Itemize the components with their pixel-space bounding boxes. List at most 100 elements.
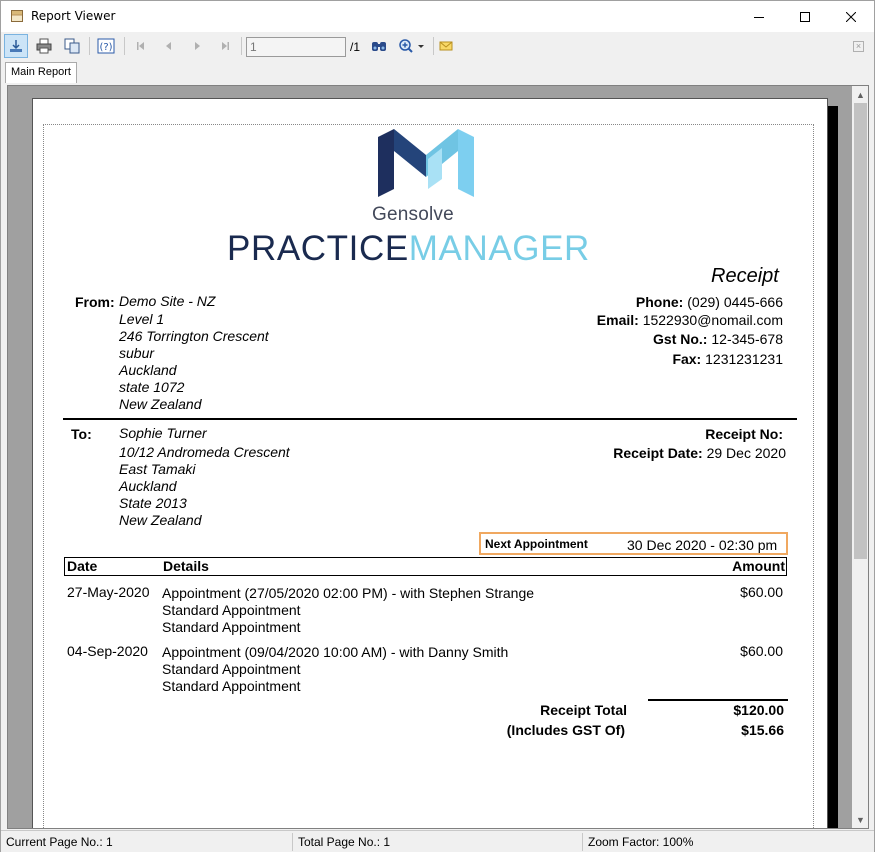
toolbar-separator [124,37,125,55]
to-line: Sophie Turner [119,425,207,441]
close-icon: × [855,41,862,51]
export-button[interactable] [4,34,28,58]
row-amount: $60.00 [740,584,783,600]
from-line: New Zealand [119,396,202,412]
next-appointment-value: 30 Dec 2020 - 02:30 pm [627,537,778,553]
last-page-button[interactable] [213,34,237,58]
gst-total-value: $15.66 [741,722,784,738]
toolbar-separator [89,37,90,55]
section-divider [63,418,797,420]
tab-main-report[interactable]: Main Report [5,62,77,83]
column-header-amount: Amount [732,558,785,574]
close-report-button[interactable]: × [853,41,864,52]
from-label: From: [75,294,115,310]
status-total-page: Total Page No.: 1 [298,835,391,849]
row-date: 04-Sep-2020 [67,643,148,659]
contact-gst: Gst No.: 12-345-678 [653,331,783,347]
previous-page-button[interactable] [157,34,181,58]
chevron-up-icon: ▲ [856,89,865,100]
receipt-date: Receipt Date: 29 Dec 2020 [613,445,786,461]
brand-manager: MANAGER [408,229,590,268]
brand-practice-manager: PRACTICEMANAGER [227,229,590,269]
to-line: East Tamaki [119,461,196,477]
status-bar: Current Page No.: 1 Total Page No.: 1 Zo… [1,830,874,852]
report-viewer-icon [11,10,23,22]
receipt-title: Receipt [711,265,779,287]
from-line: subur [119,345,155,361]
email-icon [439,41,453,51]
row-detail: Standard Appointment [162,619,301,635]
scroll-down-button[interactable]: ▼ [852,811,868,828]
next-page-button[interactable] [185,34,209,58]
zoom-button[interactable] [395,34,429,58]
from-line: state 1072 [119,379,185,395]
column-header-date: Date [67,558,98,574]
row-detail: Appointment (27/05/2020 02:00 PM) - with… [162,585,535,601]
vertical-scrollbar[interactable]: ▲ ▼ [852,86,868,828]
copy-icon [64,38,80,54]
report-viewport[interactable]: Gensolve PRACTICEMANAGER Receipt From: D… [7,85,869,829]
receipt-no-label: Receipt No: [705,426,783,442]
zoom-icon [399,39,424,53]
gst-label: Gst No.: [653,331,708,347]
first-page-button[interactable] [129,34,153,58]
scroll-thumb[interactable] [854,103,867,559]
maximize-icon [800,11,810,22]
contact-fax: Fax: 1231231231 [672,351,783,367]
minimize-icon [754,16,764,18]
email-value: 1522930@nomail.com [642,312,783,328]
row-detail: Standard Appointment [162,678,301,694]
maximize-button[interactable] [782,1,828,32]
scroll-up-button[interactable]: ▲ [852,86,868,103]
from-line: Demo Site - NZ [119,293,216,309]
next-appointment-label: Next Appointment [485,537,588,551]
status-divider [582,833,583,851]
first-page-icon [137,42,144,50]
row-amount: $60.00 [740,643,783,659]
to-line: 10/12 Andromeda Crescent [119,444,290,460]
gensolve-logo-icon [378,129,474,197]
find-icon [372,42,386,51]
brand-practice: PRACTICE [227,229,409,268]
toolbar: (?) /1 × [1,32,874,60]
print-button[interactable] [32,34,56,58]
email-label: Email: [596,312,639,328]
gst-total-label: (Includes GST Of) [506,722,625,738]
phone-label: Phone: [635,294,684,310]
receipt-no: Receipt No: [705,426,783,442]
last-page-icon [222,42,229,50]
copy-button[interactable] [60,34,84,58]
next-page-icon [195,42,200,50]
row-detail: Standard Appointment [162,661,301,677]
chevron-down-icon: ▼ [856,814,865,825]
page-number-input[interactable] [246,37,346,57]
column-header-details: Details [163,558,209,574]
row-detail: Standard Appointment [162,602,301,618]
to-label: To: [71,426,92,442]
from-line: Auckland [119,362,177,378]
report-page: Gensolve PRACTICEMANAGER Receipt From: D… [32,98,828,828]
row-date: 27-May-2020 [67,584,150,600]
fax-label: Fax: [672,351,702,367]
contact-email: Email: 1522930@nomail.com [597,312,783,328]
row-detail: Appointment (09/04/2020 10:00 AM) - with… [162,644,509,660]
prev-page-icon [166,42,171,50]
minimize-button[interactable] [736,1,782,32]
page-total-label: /1 [350,40,361,54]
find-button[interactable] [367,34,391,58]
from-line: Level 1 [119,311,165,327]
print-icon [36,38,52,54]
receipt-date-label: Receipt Date: [613,445,703,461]
to-line: Auckland [119,478,177,494]
contact-phone: Phone: (029) 0445-666 [636,294,783,310]
gst-value: 12-345-678 [711,331,783,347]
to-line: State 2013 [119,495,187,511]
status-current-page: Current Page No.: 1 [6,835,113,849]
email-button[interactable] [434,34,458,58]
from-line: 246 Torrington Crescent [119,328,269,344]
close-button[interactable] [828,1,874,32]
to-line: New Zealand [119,512,202,528]
brand-gensolve: Gensolve [372,204,454,225]
help-icon: (?) [97,38,115,54]
help-button[interactable]: (?) [94,34,118,58]
